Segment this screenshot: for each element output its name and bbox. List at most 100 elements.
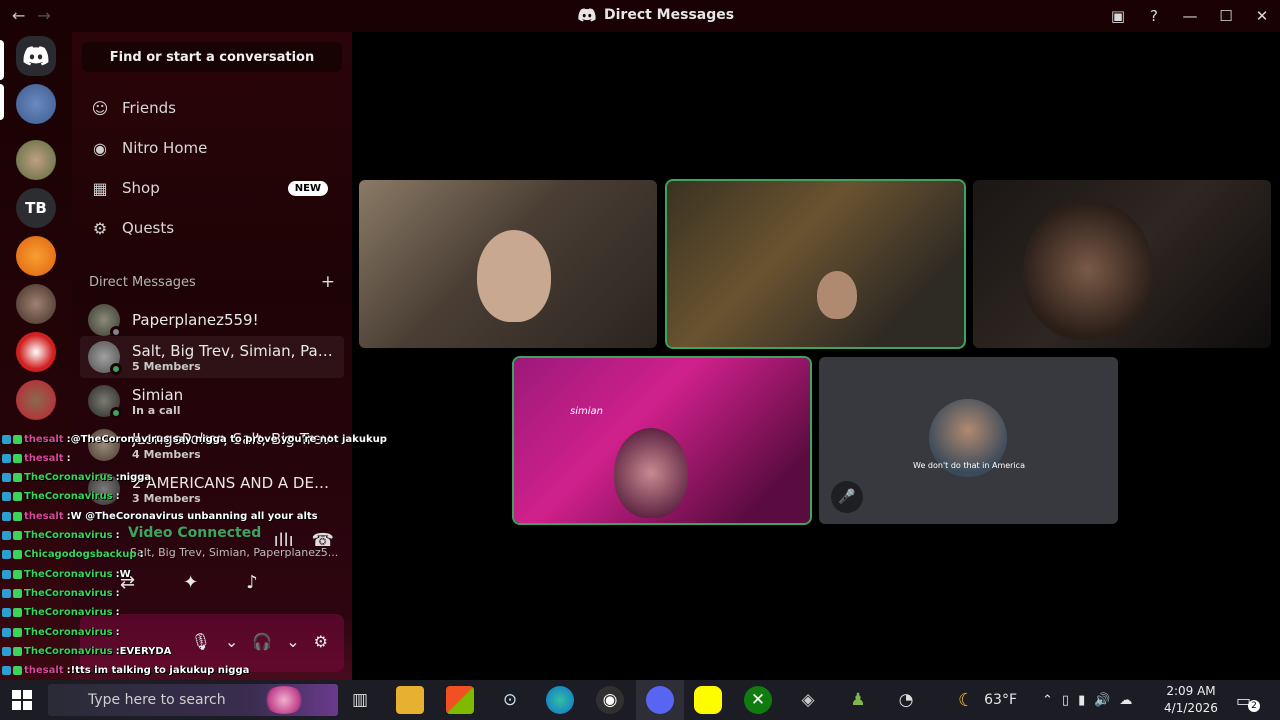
chat-badge-icon [2,511,11,521]
headset-icon[interactable]: 🎧 [252,632,272,651]
usb-icon[interactable]: ▮ [1078,693,1085,708]
chat-line: TheCoronavirus: [2,604,120,622]
inbox-icon[interactable]: ▣ [1100,7,1136,25]
neon-sign: simian [570,406,603,417]
notification-count: 2 [1248,700,1260,712]
discord-icon[interactable] [646,686,674,714]
help-icon[interactable]: ? [1136,7,1172,25]
store-icon[interactable] [446,686,474,714]
snapchat-icon[interactable] [694,686,722,714]
soundboard-icon[interactable]: ♪ [246,572,258,593]
unread-pill [0,84,4,120]
nav-friends[interactable]: ☺ Friends [80,90,344,126]
video-tile-avatar[interactable]: We don't do that in America 🎤 [819,357,1118,524]
obs-icon[interactable]: ◉ [596,686,624,714]
steam-icon[interactable]: ⊙ [496,686,524,714]
create-dm-plus-icon[interactable]: + [321,272,335,292]
chat-badge-icon [2,550,11,560]
chat-username: thesalt [24,510,64,522]
weather-widget[interactable]: ☾ 63°F [958,680,1017,720]
chat-badge-icon [2,434,11,444]
video-tile-speaking[interactable] [665,179,966,349]
find-conversation-button[interactable]: Find or start a conversation [82,42,342,72]
chat-line: TheCoronavirus: W [2,565,131,583]
dm-members-count: 3 Members [132,491,201,505]
task-view-icon[interactable]: ▥ [346,686,374,714]
dm-name: 2 AMERICANS AND A DENTIST [132,473,337,492]
chat-badge-icon [13,646,22,656]
status-online-indicator [110,363,122,375]
chat-line: TheCoronavirus: [2,488,120,506]
chat-badge-icon [2,569,11,579]
activity-icon[interactable]: ✦ [183,572,198,593]
server-avatar-2[interactable] [16,140,56,180]
dm-item-selected[interactable]: Salt, Big Trev, Simian, Paperplanez559! … [80,336,344,378]
participant-face [477,230,551,322]
chat-message: W [119,568,131,580]
new-badge: NEW [287,180,328,196]
participant-face [817,271,857,319]
headset-caret-icon[interactable]: ⌄ [286,632,299,651]
cloud-icon[interactable]: ☁ [1119,693,1132,708]
server-avatar-6[interactable] [16,380,56,420]
nav-quests[interactable]: ⚙ Quests [80,210,344,246]
mic-caret-icon[interactable]: ⌄ [225,632,238,651]
microphone-icon[interactable]: 🎙 [191,632,211,651]
window-controls: ▣ ? — ☐ ✕ [1100,0,1280,32]
settings-gear-icon[interactable]: ⚙ [314,632,328,651]
dm-item[interactable]: Paperplanez559! [80,299,344,341]
server-tb[interactable]: TB [16,188,56,228]
maximize-icon[interactable]: ☐ [1208,7,1244,25]
clock-time: 2:09 AM [1166,684,1216,698]
dm-name: Salt, Big Trev, Simian, Paperplanez559! [132,341,337,360]
forward-arrow-icon[interactable]: → [37,6,50,25]
recording-icon[interactable]: ◔ [892,686,920,714]
chess-icon[interactable]: ♟ [844,686,872,714]
nav-nitro-label: Nitro Home [122,139,208,157]
chat-username: thesalt [24,665,64,677]
device-icon[interactable]: ▯ [1062,693,1069,708]
notification-center[interactable]: ▭ 2 [1236,680,1260,720]
edge-icon[interactable] [546,686,574,714]
chat-line: TheCoronavirus: [2,623,120,641]
dm-members-count: 5 Members [132,359,201,373]
nav-shop[interactable]: ▦ Shop NEW [80,170,344,206]
chat-line: Chicagodogsbackup: [2,546,144,564]
chat-badge-icon [13,666,22,676]
server-avatar-5[interactable] [16,332,56,372]
system-clock[interactable]: 2:09 AM 4/1/2026 [1158,683,1224,717]
video-tile[interactable] [359,180,657,348]
chat-username: TheCoronavirus [24,568,113,580]
chat-separator: : [115,530,120,541]
nav-nitro-home[interactable]: ◉ Nitro Home [80,130,344,166]
server-avatar-4[interactable] [16,284,56,324]
chat-username: TheCoronavirus [24,587,113,599]
server-avatar-1[interactable] [16,84,56,124]
video-tile-speaking[interactable]: simian [512,356,812,525]
xbox-icon[interactable]: ✕ [744,686,772,714]
server-avatar-3[interactable] [16,236,56,276]
waveform-icon[interactable]: ıllı [274,530,294,551]
volume-icon[interactable]: 🔊 [1094,693,1110,708]
chat-badge-icon [2,453,11,463]
dm-header-label: Direct Messages [89,275,196,290]
discord-logo-icon [578,8,596,22]
back-arrow-icon[interactable]: ← [12,6,25,25]
alienware-icon[interactable]: ◈ [794,686,822,714]
home-button[interactable] [16,36,56,76]
chat-line: thesalt: W @TheCoronavirus unbanning all… [2,507,318,525]
file-explorer-icon[interactable] [396,686,424,714]
chat-username: TheCoronavirus [24,530,113,541]
chat-username: TheCoronavirus [24,472,113,484]
video-tile[interactable] [973,180,1271,348]
status-online-indicator [110,407,122,419]
history-nav: ← → [12,6,51,25]
close-icon[interactable]: ✕ [1244,7,1280,25]
chat-line: TheCoronavirus: [2,584,120,602]
chat-username: thesalt [24,433,64,445]
dm-item[interactable]: Simian In a call [80,380,344,422]
disconnect-icon[interactable]: ☎ [312,530,334,551]
chat-line: TheCoronavirus: nigga [2,469,151,487]
chevron-up-icon[interactable]: ⌃ [1042,693,1053,708]
minimize-icon[interactable]: — [1172,7,1208,25]
